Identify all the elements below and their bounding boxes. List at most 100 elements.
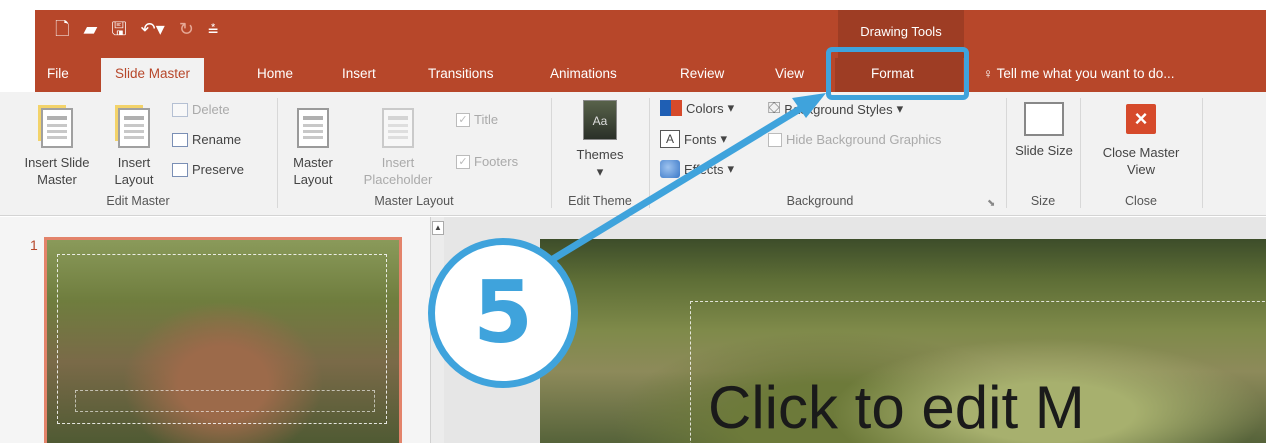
- insert-placeholder-button[interactable]: Insert Placeholder: [346, 108, 450, 188]
- master-layout-group: Master Layout Insert Placeholder ✓ Title…: [278, 92, 550, 216]
- format-tab-highlight: [826, 47, 969, 100]
- rename-button[interactable]: Rename: [172, 132, 241, 147]
- tab-home[interactable]: Home: [257, 66, 293, 81]
- tab-transitions[interactable]: Transitions: [428, 66, 494, 81]
- tab-insert[interactable]: Insert: [342, 66, 376, 81]
- master-layout-icon: [297, 108, 329, 148]
- rename-label: Rename: [192, 132, 242, 147]
- colors-icon: [660, 100, 682, 116]
- contextual-tab-group-label: Drawing Tools: [860, 24, 942, 39]
- quick-access-toolbar: 🗋 ▰ 🖫 ↶▾ ↻ ⩮: [55, 20, 218, 40]
- tab-file[interactable]: File: [47, 66, 69, 81]
- close-group-label: Close: [1125, 194, 1157, 208]
- title-check-icon: ✓: [456, 112, 470, 127]
- slide-number: 1: [30, 237, 38, 253]
- preserve-icon: [172, 162, 188, 177]
- save-icon[interactable]: 🖫: [111, 20, 126, 40]
- close-icon: ×: [1126, 104, 1156, 134]
- master-layout-label: Master Layout: [293, 155, 333, 187]
- tab-view[interactable]: View: [775, 66, 804, 81]
- ribbon: Insert Slide Master Insert Layout Delete…: [0, 92, 1266, 216]
- group-separator: [1202, 98, 1203, 208]
- insert-layout-label: Insert Layout: [114, 155, 154, 187]
- insert-layout-icon: [118, 108, 150, 148]
- insert-placeholder-label: Insert Placeholder: [363, 155, 433, 187]
- edit-theme-group: Aa Themes ▾ Edit Theme: [552, 92, 648, 216]
- preserve-label: Preserve: [192, 162, 245, 177]
- title-checkbox[interactable]: ✓ Title: [456, 112, 498, 127]
- slide-size-label: Slide Size: [1015, 143, 1073, 158]
- slide-size-button[interactable]: Slide Size: [1015, 102, 1073, 159]
- chevron-down-icon: ▾: [727, 100, 735, 115]
- tab-slide-master[interactable]: Slide Master: [101, 58, 205, 92]
- step-callout: 5: [428, 238, 578, 388]
- themes-dropdown-icon: ▾: [596, 164, 604, 179]
- hide-bg-check-icon: [768, 132, 782, 147]
- tab-animations[interactable]: Animations: [550, 66, 617, 81]
- delete-icon: [172, 102, 188, 117]
- undo-icon[interactable]: ↶▾: [141, 20, 165, 40]
- rename-icon: [172, 132, 188, 147]
- edit-theme-group-label: Edit Theme: [568, 194, 632, 208]
- close-group: × Close Master View Close: [1081, 92, 1201, 216]
- customize-qat-icon[interactable]: ⩮: [208, 20, 219, 40]
- delete-button[interactable]: Delete: [172, 102, 230, 117]
- effects-dropdown[interactable]: Effects ▾: [660, 160, 734, 178]
- tell-me-search[interactable]: ♀ Tell me what you want to do...: [983, 66, 1174, 81]
- paint-bucket-icon: ⛋: [768, 100, 781, 117]
- workspace: 1 ▲ Click to edit M: [0, 217, 1266, 443]
- preserve-button[interactable]: Preserve: [172, 162, 244, 177]
- step-number: 5: [473, 263, 533, 363]
- background-group: Colors ▾ A Fonts ▾ Effects ▾ ⛋ Background S…: [650, 92, 1005, 216]
- colors-label: Colors: [686, 100, 724, 116]
- size-group-label: Size: [1030, 194, 1056, 208]
- effects-label: Effects: [684, 161, 724, 177]
- fonts-label: Fonts: [684, 131, 717, 147]
- themes-icon: Aa: [583, 100, 617, 140]
- chevron-down-icon: ▾: [727, 161, 735, 176]
- insert-slide-master-label: Insert Slide Master: [24, 155, 90, 187]
- footers-checkbox-label: Footers: [474, 154, 519, 169]
- background-group-label: Background: [786, 194, 854, 208]
- slide-canvas[interactable]: Click to edit M: [540, 239, 1266, 443]
- size-group: Slide Size Size: [1007, 92, 1079, 216]
- thumbnail-footer-placeholder: [75, 390, 375, 412]
- title-placeholder-text[interactable]: Click to edit M: [708, 373, 1085, 442]
- open-folder-icon[interactable]: ▰: [83, 20, 97, 40]
- redo-icon[interactable]: ↻: [179, 20, 194, 40]
- edit-master-group-label: Edit Master: [106, 194, 170, 208]
- slide-master-thumbnail[interactable]: [44, 237, 402, 443]
- scroll-up-icon[interactable]: ▲: [432, 221, 444, 235]
- title-checkbox-label: Title: [474, 112, 499, 127]
- ribbon-tab-row: File Slide Master Home Insert Transition…: [35, 58, 1266, 92]
- fonts-dropdown[interactable]: A Fonts ▾: [660, 130, 727, 148]
- insert-slide-master-icon: [41, 108, 73, 148]
- hide-background-graphics-label: Hide Background Graphics: [786, 132, 942, 147]
- master-layout-group-label: Master Layout: [374, 194, 454, 208]
- close-master-view-label: Close Master View: [1102, 145, 1180, 177]
- close-master-view-button[interactable]: × Close Master View: [1089, 104, 1193, 178]
- insert-layout-button[interactable]: Insert Layout: [104, 108, 164, 188]
- insert-placeholder-icon: [382, 108, 414, 148]
- background-styles-dropdown[interactable]: ⛋ Background Styles ▾: [768, 100, 903, 118]
- edit-master-group: Insert Slide Master Insert Layout Delete…: [0, 92, 276, 216]
- effects-icon: [660, 160, 680, 178]
- hide-background-graphics-checkbox[interactable]: Hide Background Graphics: [768, 132, 941, 147]
- slide-size-icon: [1024, 102, 1064, 136]
- title-bar: 🗋 ▰ 🖫 ↶▾ ↻ ⩮ Drawing Tools: [35, 10, 1266, 58]
- master-layout-button[interactable]: Master Layout: [284, 108, 342, 188]
- colors-dropdown[interactable]: Colors ▾: [660, 100, 734, 116]
- tell-me-text: Tell me what you want to do...: [996, 66, 1175, 81]
- dialog-launcher-icon[interactable]: ⬊: [987, 198, 995, 209]
- footers-check-icon: ✓: [456, 154, 470, 169]
- tab-review[interactable]: Review: [680, 66, 724, 81]
- chevron-down-icon: ▾: [896, 101, 904, 116]
- fonts-icon: A: [660, 130, 680, 148]
- delete-label: Delete: [192, 102, 230, 117]
- themes-button[interactable]: Aa Themes ▾: [562, 100, 638, 180]
- new-document-icon[interactable]: 🗋: [55, 20, 69, 40]
- lightbulb-icon: ♀: [983, 66, 997, 81]
- footers-checkbox[interactable]: ✓ Footers: [456, 154, 518, 169]
- slide-thumbnail-pane: 1: [0, 217, 430, 443]
- insert-slide-master-button[interactable]: Insert Slide Master: [18, 108, 96, 188]
